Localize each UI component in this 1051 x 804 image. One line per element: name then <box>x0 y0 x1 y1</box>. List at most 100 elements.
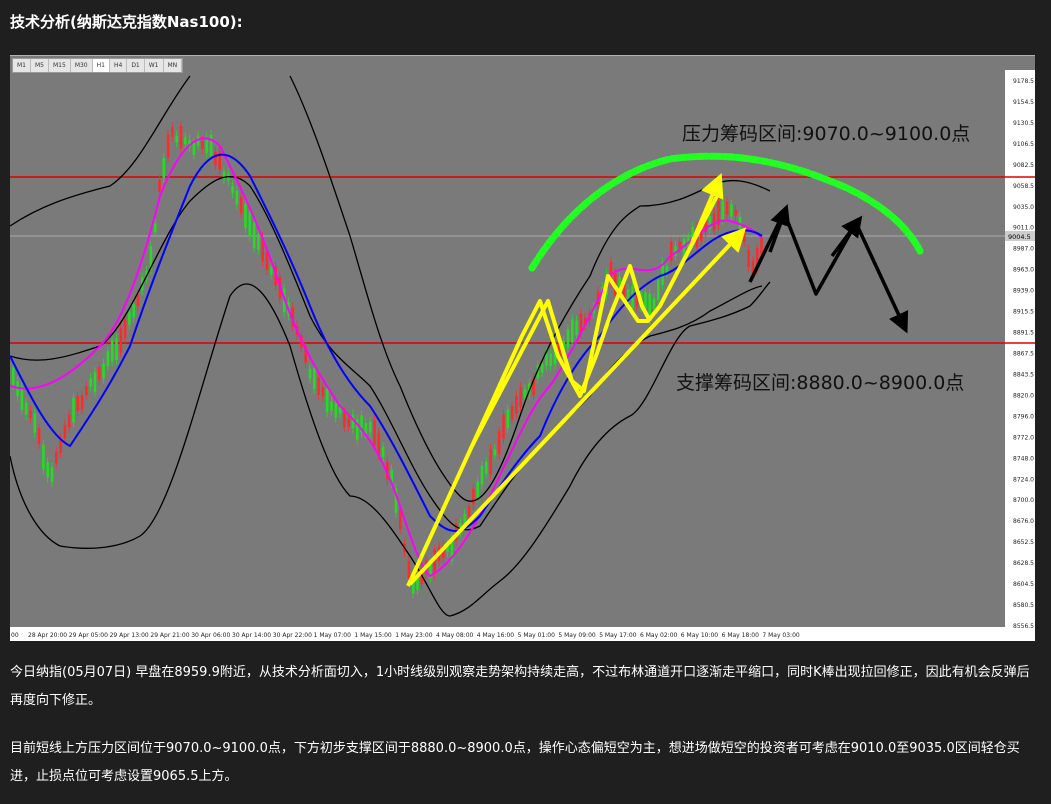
timeframe-m15[interactable]: M15 <box>49 59 71 72</box>
candle-body <box>725 201 729 215</box>
time-tick-label: 7 May 03:00 <box>762 632 800 639</box>
current-price-label: 9004.5 <box>1008 233 1031 241</box>
price-tick-label: 8748.0 <box>1013 455 1034 462</box>
candle-body <box>433 549 436 575</box>
timeframe-w1[interactable]: W1 <box>145 59 164 72</box>
candle-body <box>325 388 329 413</box>
time-tick-label: 30 Apr 22:00 <box>273 632 312 639</box>
time-tick-label: 6 May 10:00 <box>681 632 719 639</box>
time-tick-label: 29 Apr 21:00 <box>150 632 189 639</box>
price-tick-label: 9082.5 <box>1013 162 1034 169</box>
candle-body <box>743 231 746 242</box>
black-arrow-down <box>854 222 909 334</box>
candle-body <box>407 560 411 580</box>
time-tick-label: 00 <box>11 632 19 639</box>
support-annotation: 支撑筹码区间:8880.0~8900.0点 <box>676 372 964 394</box>
price-tick-label: 8987.0 <box>1013 246 1034 253</box>
price-tick-label: 9058.5 <box>1013 183 1034 190</box>
time-tick-label: 29 Apr 13:00 <box>110 632 149 639</box>
timeframe-m30[interactable]: M30 <box>71 59 93 72</box>
timeframe-h1[interactable]: H1 <box>92 59 110 72</box>
candle-body <box>93 372 97 392</box>
candle-body <box>115 338 118 360</box>
black-arrow-up-2 <box>830 215 863 258</box>
candle-body <box>46 462 49 478</box>
price-tick-label: 8580.5 <box>1013 602 1034 609</box>
candle-body <box>476 481 479 498</box>
candle-body <box>364 423 368 434</box>
candle-body <box>171 127 174 137</box>
candle-body <box>12 367 15 385</box>
price-tick-label: 9178.5 <box>1013 78 1034 85</box>
candle-body <box>330 401 333 411</box>
price-tick-label: 9011.0 <box>1013 225 1034 232</box>
candle-body <box>669 241 673 261</box>
candle-body <box>575 320 578 336</box>
time-tick-label: 1 May 07:00 <box>314 632 352 639</box>
timeframe-m1[interactable]: M1 <box>13 59 31 72</box>
candle-body <box>485 461 488 474</box>
candle-body <box>209 134 213 157</box>
candle-body <box>480 466 484 485</box>
candle-body <box>510 406 514 420</box>
candle-body <box>252 222 256 249</box>
analysis-paragraph-1: 今日纳指(05月07日) 早盘在8959.9附近，从技术分析面切入，1小时线级别… <box>10 665 1030 708</box>
candle-body <box>657 279 660 301</box>
candle-body <box>244 204 247 229</box>
time-tick-label: 1 May 23:00 <box>395 632 433 639</box>
price-chart[interactable]: 9178.5 9154.5 9130.5 9106.5 9082.5 9058.5 9035… <box>10 55 1035 641</box>
candle-body <box>37 428 41 445</box>
candlesticks <box>12 120 763 599</box>
time-tick-label: 6 May 02:00 <box>640 632 678 639</box>
time-tick-label: 5 May 17:00 <box>599 632 637 639</box>
candle-body <box>506 409 510 428</box>
candle-body <box>72 397 75 423</box>
candle-body <box>678 241 682 249</box>
time-tick-label: 5 May 09:00 <box>558 632 596 639</box>
resistance-annotation: 压力筹码区间:9070.0~9100.0点 <box>682 123 970 145</box>
ma-fast <box>10 137 763 578</box>
candle-body <box>519 386 522 408</box>
timeframe-d1[interactable]: D1 <box>127 59 145 72</box>
candle-body <box>368 421 372 433</box>
candle-body <box>132 303 135 318</box>
candle-body <box>128 312 131 325</box>
candle-body <box>497 431 501 455</box>
candle-body <box>179 125 183 149</box>
price-tick-label: 8939.0 <box>1013 288 1034 295</box>
price-tick-label: 8604.5 <box>1013 581 1034 588</box>
candle-body <box>136 294 140 307</box>
candle-body <box>343 412 346 428</box>
time-tick-label: 30 Apr 06:00 <box>191 632 230 639</box>
candle-body <box>80 395 84 410</box>
time-axis: 00 28 Apr 20:00 29 Apr 05:00 29 Apr 13:00 29… <box>11 632 800 639</box>
price-tick-label: 8628.5 <box>1013 560 1034 567</box>
timeframe-h4[interactable]: H4 <box>110 59 128 72</box>
candle-body <box>175 135 178 143</box>
time-tick-label: 29 Apr 05:00 <box>69 632 108 639</box>
candle-body <box>106 351 110 367</box>
candle-body <box>76 395 80 412</box>
candle-body <box>162 157 166 179</box>
candle-body <box>270 266 273 275</box>
candle-body <box>317 376 320 395</box>
candle-body <box>55 451 58 464</box>
candle-body <box>540 363 544 373</box>
price-tick-label: 8867.5 <box>1013 351 1034 358</box>
candle-body <box>89 378 92 387</box>
candle-body <box>734 209 737 216</box>
candle-body <box>321 387 325 397</box>
candle-body <box>334 403 338 418</box>
timeframe-mn[interactable]: MN <box>164 59 183 72</box>
candle-body <box>166 134 170 158</box>
time-tick-label: 5 May 01:00 <box>518 632 556 639</box>
price-tick-label: 9130.5 <box>1013 120 1034 127</box>
timeframe-m5[interactable]: M5 <box>31 59 49 72</box>
candle-body <box>502 414 505 439</box>
candle-body <box>102 363 105 379</box>
candle-body <box>644 292 647 309</box>
price-tick-label: 8796.0 <box>1013 413 1034 420</box>
candle-body <box>347 418 350 427</box>
candle-body <box>29 410 32 419</box>
time-tick-label: 6 May 18:00 <box>722 632 760 639</box>
